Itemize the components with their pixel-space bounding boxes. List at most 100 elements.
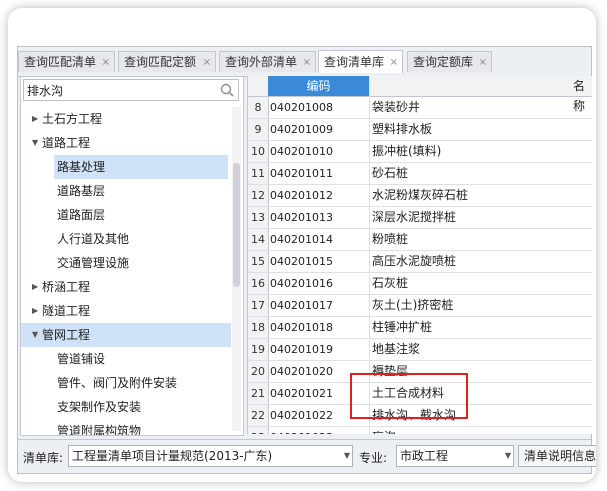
chevron-down-icon: ▼ [504,451,511,460]
close-icon[interactable]: × [102,52,110,72]
cell-name: 灰土(土)挤密桩 [372,298,454,312]
tree-item-tunnel[interactable]: ▶ 隧道工程 [21,299,231,323]
tree-item-traffic-facilities[interactable]: 交通管理设施 [21,251,231,275]
cell-code: 040201010 [270,145,333,158]
row-number: 23 [248,427,269,434]
tree-item-earthwork[interactable]: ▶ 土石方工程 [21,107,231,131]
tree-item-road-surface[interactable]: 道路面层 [21,203,231,227]
tree-item-fittings-valves[interactable]: 管件、阀门及附件安装 [21,371,231,395]
row-number: 13 [248,207,269,228]
tree-item-road-engineering[interactable]: ▼ 道路工程 [21,131,231,155]
tree-item-road-base[interactable]: 道路基层 [21,179,231,203]
table-row[interactable]: 18 040201018 柱锤冲扩桩 [248,317,592,339]
row-number: 12 [248,185,269,206]
tab-query-match-quota[interactable]: 查询匹配定额 × [118,51,216,72]
tree-item-support-fabrication[interactable]: 支架制作及安装 [21,395,231,419]
table-row[interactable]: 14 040201014 粉喷桩 [248,229,592,251]
table-row[interactable]: 16 040201016 石灰桩 [248,273,592,295]
tab-query-match-list[interactable]: 查询匹配清单 × [18,51,115,72]
table-row[interactable]: 17 040201017 灰土(土)挤密桩 [248,295,592,317]
row-number-header [248,76,269,96]
window-frame: 查询匹配清单 × 查询匹配定额 × 查询外部清单 × 查询清单库 × 查询定额库… [8,8,596,482]
tree-item-pipe-network[interactable]: ▼ 管网工程 [21,323,231,347]
tree-item-pipe-laying[interactable]: 管道铺设 [21,347,231,371]
table-row[interactable]: 19 040201019 地基注浆 [248,339,592,361]
table-row[interactable]: 13 040201013 深层水泥搅拌桩 [248,207,592,229]
library-value: 工程量清单项目计量规范(2013-广东) [72,449,273,463]
tab-query-external-list[interactable]: 查询外部清单 × [219,51,316,72]
tree-item-subgrade-treatment[interactable]: 路基处理 [21,155,231,179]
column-header-code[interactable]: 编码 [268,76,369,96]
cell-name: 地基注浆 [372,342,421,356]
cell-name: 袋装砂井 [372,100,421,114]
cell-code: 040201015 [270,255,333,268]
cell-code: 040201023 [270,427,333,434]
expand-arrow-icon[interactable]: ▶ [32,275,38,299]
row-number: 14 [248,229,269,250]
tree-item-label: 管网工程 [39,323,94,347]
cell-name: 粉喷桩 [372,232,409,246]
tree-item-label: 路基处理 [54,155,228,179]
search-input[interactable] [24,80,217,100]
cell-name: 深层水泥搅拌桩 [372,210,457,224]
cell-name: 塑料排水板 [372,122,433,136]
chevron-down-icon: ▼ [343,451,350,460]
expand-arrow-icon[interactable]: ▶ [32,299,38,323]
tree-item-sidewalk[interactable]: 人行道及其他 [21,227,231,251]
close-icon[interactable]: × [303,52,311,72]
cell-name: 柱锤冲扩桩 [372,320,433,334]
scrollbar-thumb[interactable] [233,163,240,287]
major-select[interactable]: 市政工程 ▼ [396,445,514,467]
tab-label: 查询清单库 [324,55,385,69]
row-number: 18 [248,317,269,338]
tab-query-list-library[interactable]: 查询清单库 × [318,50,403,73]
row-number: 19 [248,339,269,360]
library-select[interactable]: 工程量清单项目计量规范(2013-广东) ▼ [68,445,353,467]
cell-code: 040201016 [270,277,333,290]
table-row[interactable]: 23040201023 盲沟 [248,427,592,434]
collapse-arrow-icon[interactable]: ▼ [32,323,38,347]
category-panel: ▶ 土石方工程 ▼ 道路工程 路基处理 道路基层 道路面层 人行道及其他 [20,76,244,436]
table-row[interactable]: 12 040201012 水泥粉煤灰碎石桩 [248,185,592,207]
tree-item-bridge-culvert[interactable]: ▶ 桥涵工程 [21,275,231,299]
close-icon[interactable]: × [390,51,398,73]
cell-name: 振冲桩(填料) [372,144,442,158]
major-label: 专业: [359,451,388,465]
row-number: 16 [248,273,269,294]
filter-bar: 清单库: 工程量清单项目计量规范(2013-广东) ▼ 专业: 市政工程 ▼ 清… [18,439,596,472]
cell-code: 040201021 [270,387,333,400]
tree-item-label: 管件、阀门及附件安装 [57,376,178,390]
tree-item-label: 人行道及其他 [57,232,130,246]
table-row[interactable]: 8 040201008 袋装砂井 [248,97,592,119]
tree-item-label: 支架制作及安装 [57,400,142,414]
table-row[interactable]: 11 040201011 砂石桩 [248,163,592,185]
expand-arrow-icon[interactable]: ▶ [32,107,38,131]
cell-code: 040201014 [270,233,333,246]
cell-code: 040201009 [270,123,333,136]
major-value: 市政工程 [400,449,449,463]
tree-item-label: 桥涵工程 [42,280,91,294]
row-number: 8 [248,97,269,118]
tab-bar: 查询匹配清单 × 查询匹配定额 × 查询外部清单 × 查询清单库 × 查询定额库… [18,50,591,77]
close-icon[interactable]: × [203,52,211,72]
list-description-button[interactable]: 清单说明信息 [518,445,596,467]
cell-code: 040201012 [270,189,333,202]
search-icon[interactable] [219,82,235,98]
tab-label: 查询外部清单 [225,55,298,69]
row-number: 15 [248,251,269,272]
tree-scrollbar[interactable] [232,107,241,431]
tree-item-pipe-structures[interactable]: 管道附属构筑物 [21,419,231,435]
table-row[interactable]: 9 040201009 塑料排水板 [248,119,592,141]
table-row[interactable]: 15 040201015 高压水泥旋喷桩 [248,251,592,273]
cell-code: 040201019 [270,343,333,356]
cell-code: 040201020 [270,365,333,378]
library-label: 清单库: [23,451,64,465]
row-number: 22 [248,405,269,426]
collapse-arrow-icon[interactable]: ▼ [32,131,38,155]
table-row[interactable]: 10 040201010 振冲桩(填料) [248,141,592,163]
cell-name: 水泥粉煤灰碎石桩 [372,188,469,202]
close-icon[interactable]: × [479,52,487,72]
cell-code: 040201013 [270,211,333,224]
tab-query-quota-library[interactable]: 查询定额库 × [407,51,492,72]
query-panel: 查询匹配清单 × 查询匹配定额 × 查询外部清单 × 查询清单库 × 查询定额库… [17,46,596,474]
